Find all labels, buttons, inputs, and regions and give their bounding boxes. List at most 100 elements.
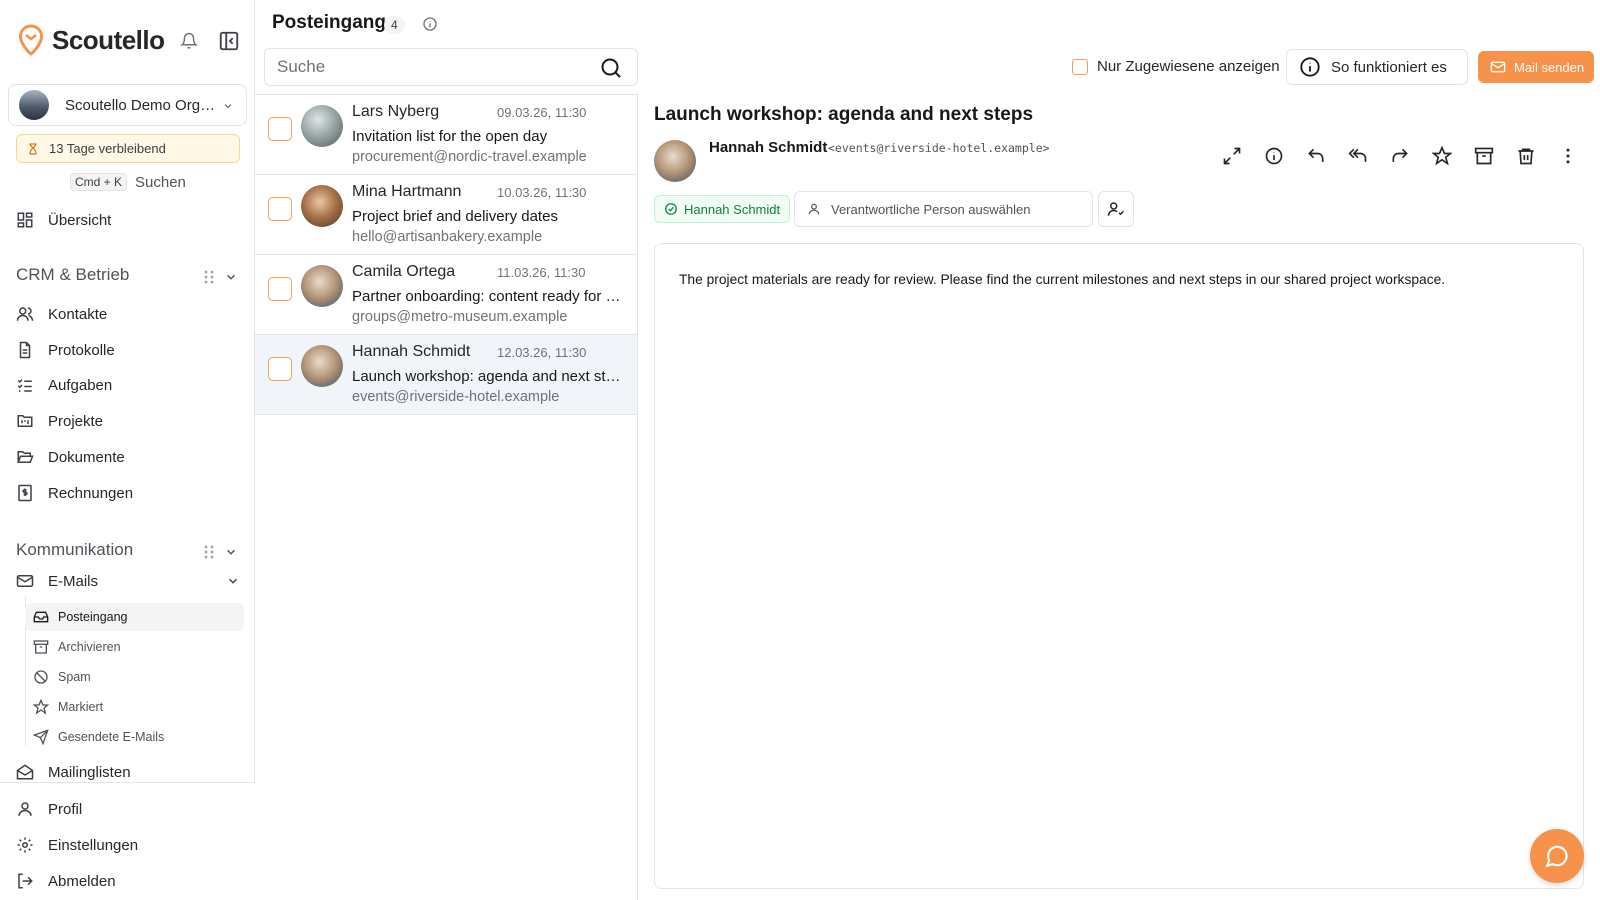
star-icon [33,699,49,715]
message-subject: Invitation list for the open day [352,128,548,145]
email-body-card: The project materials are ready for revi… [654,243,1584,889]
message-row[interactable]: Lars Nyberg 09.03.26, 11:30 Invitation l… [255,95,637,175]
nav-invoices[interactable]: Rechnungen [16,481,133,505]
user-check-icon [1107,200,1125,218]
nav-mailinglists[interactable]: Mailinglisten [16,760,131,784]
message-checkbox[interactable] [268,197,292,221]
avatar [654,140,696,182]
nav-contacts-label: Kontakte [48,305,108,323]
chat-button[interactable] [1530,829,1584,883]
mail-open-icon [16,763,34,781]
message-row[interactable]: Mina Hartmann 10.03.26, 11:30 Project br… [255,175,637,255]
nav-logout[interactable]: Abmelden [16,869,116,893]
sidebar: Scoutello Scoutello Demo Organisation 13… [0,0,255,900]
nav-contacts[interactable]: Kontakte [16,302,107,326]
trash-icon[interactable] [1516,146,1536,166]
inbox-icon [33,609,49,625]
nav-protocols[interactable]: Protokolle [16,338,115,362]
how-it-works-button[interactable]: So funktioniert es [1286,49,1468,85]
nav-overview[interactable]: Übersicht [16,208,111,232]
nav-projects[interactable]: Projekte [16,409,103,433]
nav-tasks[interactable]: Aufgaben [16,373,112,397]
chevron-down-icon [222,100,234,112]
message-row[interactable]: Camila Ortega 11.03.26, 11:30 Partner on… [255,255,637,335]
chevron-down-icon[interactable] [224,270,238,284]
message-sender: Mina Hartmann [352,183,462,200]
nav-emails-label: E-Mails [48,572,99,590]
star-icon[interactable] [1432,146,1452,166]
expand-icon[interactable] [1222,146,1242,166]
search-input[interactable] [277,49,577,85]
organization-name: Scoutello Demo Organisation [65,96,221,114]
archive-icon[interactable] [1474,146,1494,166]
sidebar-collapse-icon[interactable] [218,30,240,52]
chevron-down-icon[interactable] [226,574,240,588]
avatar [301,345,343,387]
brand[interactable]: Scoutello [18,24,165,56]
mail-icon [1490,59,1514,75]
sub-item-sent[interactable]: Gesendete E-Mails [25,723,244,751]
reply-all-icon[interactable] [1348,146,1368,166]
assigned-only-checkbox[interactable] [1072,58,1088,75]
message-address: events@riverside-hotel.example [352,389,560,405]
nav-mailinglists-label: Mailinglisten [48,763,131,781]
assigned-person-label: Hannah Schmidt [684,201,781,217]
message-list: Lars Nyberg 09.03.26, 11:30 Invitation l… [255,94,638,900]
sidebar-footer: Profil Einstellungen Abmelden [0,782,255,900]
bell-icon[interactable] [180,32,198,50]
reply-icon[interactable] [1306,146,1326,166]
quick-search[interactable]: Cmd + K Suchen [70,173,186,191]
message-subject: Launch workshop: agenda and next steps [352,368,624,385]
quick-search-label: Suchen [135,173,186,191]
drag-handle-icon[interactable] [204,545,214,559]
nav-profile[interactable]: Profil [16,797,82,821]
sub-item-spam[interactable]: Spam [25,663,244,691]
responsible-person-select[interactable]: Verantwortliche Person auswählen [794,191,1093,227]
drag-handle-icon[interactable] [204,270,214,284]
nav-settings-label: Einstellungen [48,836,139,854]
info-icon[interactable] [422,16,438,32]
assign-user-button[interactable] [1098,191,1134,227]
sub-item-inbox[interactable]: Posteingang [25,603,244,631]
nav-emails[interactable]: E-Mails [16,569,240,593]
message-address: groups@metro-museum.example [352,309,568,325]
info-icon[interactable] [1264,146,1284,166]
sub-item-archive[interactable]: Archivieren [25,633,244,661]
folder-open-icon [16,448,34,466]
inbox-title: Posteingang [272,12,387,33]
avatar [301,265,343,307]
section-communication-controls[interactable] [204,545,238,559]
assigned-person-tag[interactable]: Hannah Schmidt [654,195,791,223]
nav-protocols-label: Protokolle [48,341,115,359]
chevron-down-icon[interactable] [224,545,238,559]
more-vertical-icon[interactable] [1558,146,1578,166]
hourglass-icon [27,142,49,156]
forward-icon[interactable] [1390,146,1410,166]
send-mail-button[interactable]: Mail senden [1478,51,1594,83]
section-crm-title: CRM & Betrieb [16,265,130,284]
message-checkbox[interactable] [268,277,292,301]
sub-item-spam-label: Spam [58,670,91,684]
message-date: 11.03.26, 11:30 [497,265,586,280]
nav-settings[interactable]: Einstellungen [16,833,138,857]
section-crm-controls[interactable] [204,270,238,284]
message-sender: Hannah Schmidt [352,343,471,360]
nav-documents[interactable]: Dokumente [16,445,125,469]
search-box[interactable] [264,48,638,86]
organization-switcher[interactable]: Scoutello Demo Organisation [8,84,247,126]
sub-item-inbox-label: Posteingang [58,610,128,624]
mail-icon [16,572,34,590]
responsible-person-placeholder: Verantwortliche Person auswählen [831,201,1031,217]
search-icon[interactable] [599,56,623,80]
message-checkbox[interactable] [268,357,292,381]
sub-item-starred-label: Markiert [58,700,104,714]
message-row-selected[interactable]: Hannah Schmidt 12.03.26, 11:30 Launch wo… [255,335,637,415]
assigned-only-toggle[interactable]: Nur Zugewiesene anzeigen [1072,58,1280,75]
trial-text: 13 Tage verbleibend [49,141,166,156]
log-out-icon [16,872,34,890]
sub-item-starred[interactable]: Markiert [25,693,244,721]
nav-tasks-label: Aufgaben [48,376,113,394]
message-checkbox[interactable] [268,117,292,141]
file-text-icon [16,341,34,359]
how-it-works-label: So funktioniert es [1331,58,1447,76]
